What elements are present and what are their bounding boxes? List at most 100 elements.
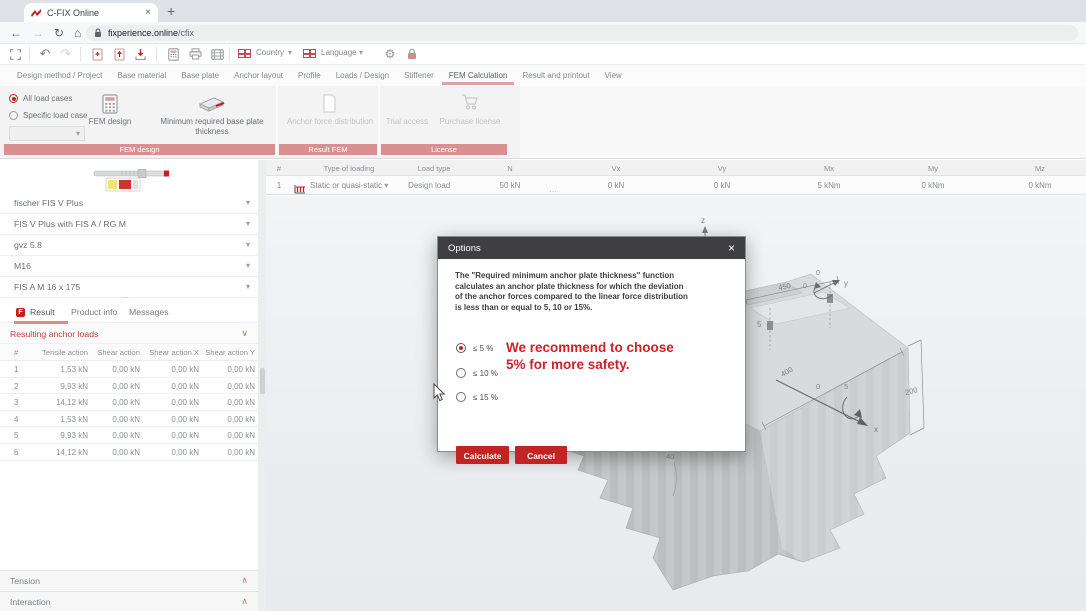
calculate-button[interactable]: Calculate [456, 446, 509, 464]
tab-close-icon[interactable]: × [145, 8, 151, 18]
sidebar-scrollbar[interactable] [258, 160, 266, 611]
lock-icon [94, 28, 102, 38]
anchor-loads-table: # Tensile action Shear action Shear acti… [0, 344, 258, 461]
options-dialog: Options × The "Required minimum anchor p… [437, 236, 746, 452]
ribbon: All load cases Specific load case ▾ FEM … [0, 86, 1086, 159]
col-load-type: Load type [418, 164, 451, 173]
undo-icon[interactable]: ↶ [36, 46, 54, 62]
dialog-header[interactable]: Options × [438, 237, 745, 259]
radio-icon[interactable] [456, 392, 466, 402]
tab-stiffener[interactable]: Stiffener [403, 66, 435, 85]
url-input[interactable]: fixperience.online/cfix [86, 25, 1078, 41]
tab-loads-design[interactable]: Loads / Design [335, 66, 390, 85]
tab-base-plate[interactable]: Base plate [180, 66, 220, 85]
option-5-percent[interactable]: ≤ 5 % [456, 343, 493, 353]
cell-my[interactable]: 0 kNm [921, 181, 944, 190]
anchor-row[interactable]: 614,12 kN0,00 kN0,00 kN0,00 kN [0, 444, 258, 461]
tab-messages[interactable]: Messages [129, 307, 169, 317]
col-shear-x: Shear action X [144, 348, 199, 357]
redo-icon[interactable]: ↷ [57, 46, 75, 62]
min-plate-thickness-icon[interactable] [196, 96, 226, 118]
col-my: My [928, 164, 938, 173]
settings-gear-icon[interactable]: ⚙ [381, 46, 399, 62]
cell-mx[interactable]: 5 kNm [817, 181, 840, 190]
dropdown-steel-grade[interactable]: gvz 5.8▾ [0, 235, 258, 256]
new-tab-button[interactable]: + [161, 1, 181, 21]
min-plate-thickness-button-line2[interactable]: thickness [195, 127, 228, 136]
new-project-icon[interactable] [89, 46, 107, 62]
report-icon[interactable] [208, 46, 226, 62]
cell-type-of-loading[interactable]: Static or quasi-static ▾ [310, 181, 388, 190]
cancel-button[interactable]: Cancel [515, 446, 567, 464]
reload-icon[interactable]: ↻ [54, 25, 64, 41]
option-10-percent[interactable]: ≤ 10 % [456, 368, 498, 378]
option-15-percent[interactable]: ≤ 15 % [456, 392, 498, 402]
back-icon[interactable]: ← [10, 25, 22, 41]
col-num: # [277, 164, 281, 173]
radio-specific-load-case[interactable] [9, 111, 18, 120]
scrollbar-thumb[interactable] [260, 368, 265, 394]
dropdown-anchor-family[interactable]: fischer FIS V Plus▾ [0, 193, 258, 214]
collapse-chevron-icon: ∨ [241, 328, 248, 339]
anchor-row[interactable]: 29,93 kN0,00 kN0,00 kN0,00 kN [0, 378, 258, 395]
chevron-down-icon: ▾ [246, 219, 250, 228]
radio-all-load-cases-label[interactable]: All load cases [23, 94, 72, 103]
home-icon[interactable]: ⌂ [74, 25, 81, 41]
cell-n[interactable]: 50 kN [500, 181, 521, 190]
table-resize-handle[interactable]: ⋯ [549, 187, 558, 196]
calculator-icon[interactable] [164, 46, 182, 62]
radio-selected-icon[interactable] [456, 343, 466, 353]
dialog-close-icon[interactable]: × [728, 242, 735, 254]
cell-vy[interactable]: 0 kN [714, 181, 730, 190]
tab-anchor-layout[interactable]: Anchor layout [233, 66, 284, 85]
country-label[interactable]: Country [256, 48, 284, 57]
license-lock-icon[interactable] [403, 46, 421, 62]
col-vx: Vx [612, 164, 621, 173]
fem-design-icon[interactable] [102, 94, 118, 119]
tab-design-method[interactable]: Design method / Project [16, 66, 103, 85]
anchor-row[interactable]: 41,53 kN0,00 kN0,00 kN0,00 kN [0, 411, 258, 428]
section-interaction[interactable]: Interaction ∧ [0, 591, 258, 611]
tab-product-info[interactable]: Product info [71, 307, 117, 317]
col-anchor-num: # [14, 348, 18, 357]
fem-design-button[interactable]: FEM design [89, 117, 132, 126]
country-chevron-icon[interactable]: ▾ [288, 48, 292, 57]
tab-view[interactable]: View [604, 66, 623, 85]
dropdown-anchor-variant[interactable]: FIS V Plus with FIS A / RG M▾ [0, 214, 258, 235]
printer-icon[interactable] [186, 46, 204, 62]
dialog-body: The "Required minimum anchor plate thick… [438, 259, 745, 451]
tab-fem-calculation[interactable]: FEM Calculation [448, 66, 509, 85]
language-label[interactable]: Language [321, 48, 357, 57]
panel-resize-handle[interactable]: ⋯ [121, 293, 130, 302]
dropdown-size[interactable]: M16▾ [0, 256, 258, 277]
resulting-anchor-loads-header[interactable]: Resulting anchor loads ∨ [0, 324, 258, 344]
group-label-fem-design: FEM design [4, 144, 275, 155]
forward-icon[interactable]: → [32, 25, 44, 41]
load-table-row[interactable]: 1 Static or quasi-static ▾ Design load 5… [266, 176, 1086, 195]
browser-window: C-FIX Online × + ← → ↻ ⌂ fixperience.onl… [0, 0, 1086, 611]
anchor-row[interactable]: 59,93 kN0,00 kN0,00 kN0,00 kN [0, 427, 258, 444]
tab-result-printout[interactable]: Result and printout [521, 66, 590, 85]
radio-specific-load-case-label[interactable]: Specific load case [23, 111, 87, 120]
cell-vx[interactable]: 0 kN [608, 181, 624, 190]
tab-result[interactable]: Result [30, 307, 55, 317]
anchor-table-header: # Tensile action Shear action Shear acti… [0, 344, 258, 361]
fullscreen-icon[interactable] [6, 46, 24, 62]
browser-tab[interactable]: C-FIX Online × [24, 3, 158, 22]
language-chevron-icon[interactable]: ▾ [359, 48, 363, 57]
sidebar: fischer FIS V Plus▾ FIS V Plus with FIS … [0, 160, 258, 611]
radio-all-load-cases[interactable] [9, 94, 18, 103]
min-plate-thickness-button[interactable]: Minimum required base plate [160, 117, 263, 126]
open-project-icon[interactable] [111, 46, 129, 62]
load-table: # Type of loading Load type N Vx Vy Mx M… [266, 160, 1086, 196]
cell-mz[interactable]: 0 kNm [1028, 181, 1051, 190]
trial-access-button: Trial access [386, 117, 428, 126]
load-case-select[interactable]: ▾ [9, 126, 85, 141]
save-icon[interactable] [132, 46, 150, 62]
anchor-row[interactable]: 314,12 kN0,00 kN0,00 kN0,00 kN [0, 394, 258, 411]
tab-base-material[interactable]: Base material [116, 66, 167, 85]
radio-icon[interactable] [456, 368, 466, 378]
anchor-row[interactable]: 11,53 kN0,00 kN0,00 kN0,00 kN [0, 361, 258, 378]
tab-profile[interactable]: Profile [297, 66, 322, 85]
section-tension[interactable]: Tension ∧ [0, 570, 258, 590]
